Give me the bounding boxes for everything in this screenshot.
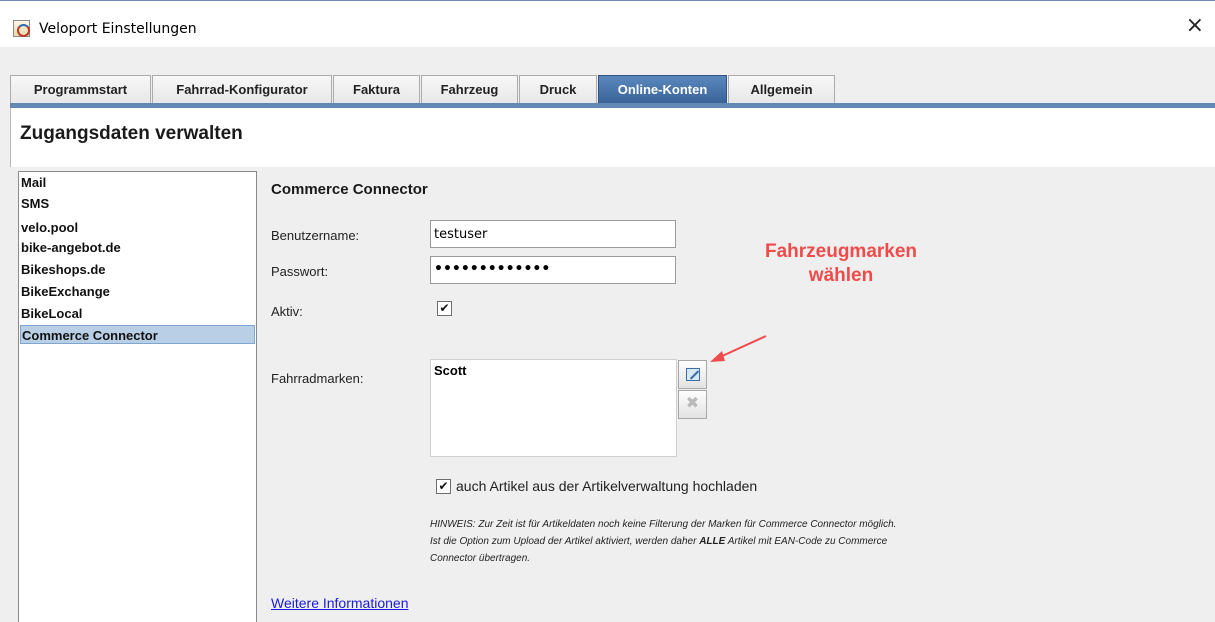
tab-fahrzeug[interactable]: Fahrzeug [421,75,518,103]
delete-brand-button[interactable]: ✖ [678,390,707,419]
tab-allgemein[interactable]: Allgemein [728,75,835,103]
list-item-bikeexchange[interactable]: BikeExchange [20,282,255,301]
annotation-callout: Fahrzeugmarken wählen [716,240,966,288]
list-item-bikeshops[interactable]: Bikeshops.de [20,260,255,279]
list-item-bike-angebot[interactable]: bike-angebot.de [20,238,255,257]
active-label: Aktiv: [271,304,303,319]
hint-line-3: Connector übertragen. [430,553,531,564]
list-item-mail[interactable]: Mail [20,173,255,192]
username-field[interactable]: testuser [430,220,676,248]
brands-label: Fahrradmarken: [271,371,364,386]
hint-line-1: HINWEIS: Zur Zeit ist für Artikeldaten n… [430,519,897,530]
more-info-link[interactable]: Weitere Informationen [271,595,408,611]
tab-faktura[interactable]: Faktura [333,75,420,103]
list-item-sms[interactable]: SMS [20,194,255,213]
upload-checkbox[interactable]: ✔ [436,479,451,494]
username-label: Benutzername: [271,228,360,243]
title-bar: Veloport Einstellungen × [0,0,1215,47]
tab-bar: Programmstart Fahrrad-Konfigurator Faktu… [10,75,1215,103]
list-item-velo-pool[interactable]: velo.pool [20,218,255,237]
list-item-bikelocal[interactable]: BikeLocal [20,304,255,323]
window-title: Veloport Einstellungen [39,21,197,37]
window-content: Programmstart Fahrrad-Konfigurator Faktu… [0,47,1215,622]
tab-programmstart[interactable]: Programmstart [10,75,151,103]
annotation-line-2: wählen [808,265,874,286]
edit-brands-button[interactable] [678,360,707,389]
annotation-line-1: Fahrzeugmarken [764,241,918,262]
tab-online-konten[interactable]: Online-Konten [598,75,727,103]
delete-icon: ✖ [685,393,700,412]
hint-emphasis: ALLE [699,536,726,547]
tab-druck[interactable]: Druck [519,75,597,103]
page-header: Zugangsdaten verwalten [10,108,1215,167]
accounts-list[interactable]: Mail SMS velo.pool bike-angebot.de Bikes… [18,171,257,622]
password-label: Passwort: [271,264,329,279]
edit-icon [686,368,700,381]
upload-label: auch Artikel aus der Artikelverwaltung h… [456,478,758,494]
list-item-commerce-connector[interactable]: Commerce Connector [20,325,255,344]
java-app-icon [13,20,30,37]
brand-item[interactable]: Scott [434,363,467,378]
tab-fahrrad-konfigurator[interactable]: Fahrrad-Konfigurator [152,75,332,103]
hint-note: HINWEIS: Zur Zeit ist für Artikeldaten n… [430,516,1070,567]
password-field[interactable]: ••••••••••••• [430,256,676,284]
close-icon[interactable]: × [1186,15,1204,37]
brands-list[interactable]: Scott [430,359,677,457]
active-checkbox[interactable]: ✔ [437,301,452,316]
hint-line-2: Ist die Option zum Upload der Artikel ak… [430,536,888,547]
section-title: Commerce Connector [271,181,428,198]
page-title: Zugangsdaten verwalten [20,123,243,144]
